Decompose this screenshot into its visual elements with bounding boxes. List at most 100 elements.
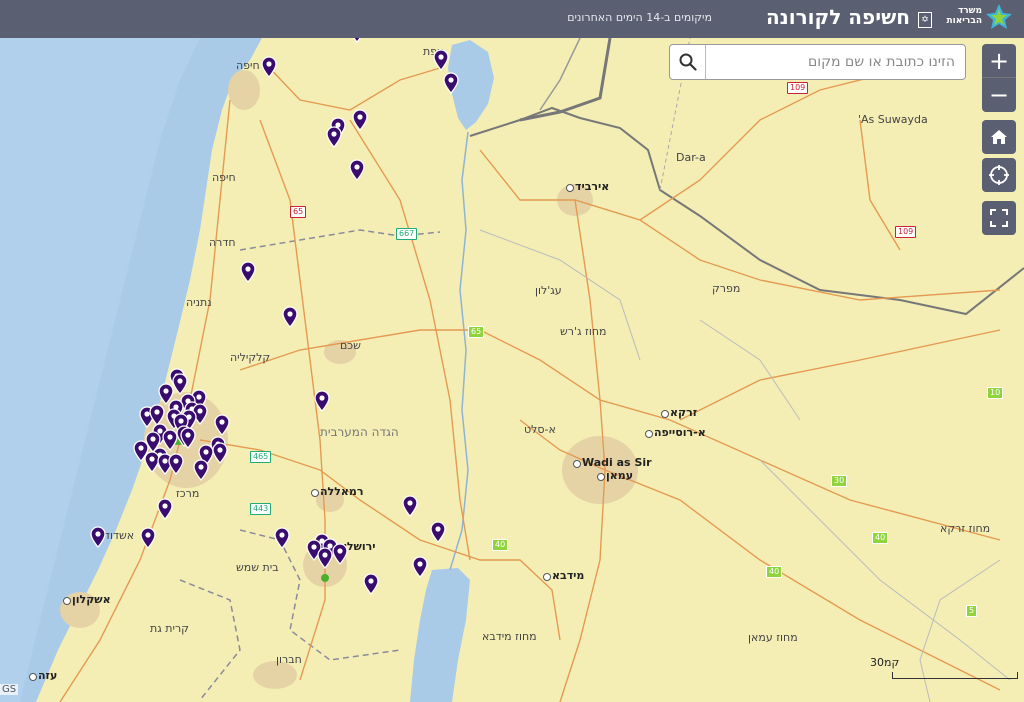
home-icon <box>991 130 1007 144</box>
ministry-star-icon <box>986 4 1012 29</box>
search-icon <box>679 53 697 71</box>
place-label: רמאללה <box>320 485 364 498</box>
place-label: חברון <box>276 653 302 666</box>
road-shield: 65 <box>468 326 485 338</box>
place-label: חדרה <box>209 236 236 249</box>
map-canvas[interactable]: חיפה צפת חיפה חדרה נתניה קלקיליה שכם הגדה המערב… <box>0 21 1024 702</box>
road-shield: 443 <box>250 503 272 515</box>
place-label: עזה <box>38 669 58 682</box>
attribution: GS <box>0 684 19 695</box>
place-label: חיפה <box>212 171 236 184</box>
place-label: בית שמש <box>236 561 279 574</box>
place-label: אשקלון <box>72 593 111 606</box>
fullscreen-icon <box>990 209 1008 227</box>
road-shield: 109 <box>895 226 917 238</box>
road-shield: 109 <box>787 82 809 94</box>
place-label: עג'לון <box>535 284 562 297</box>
exposure-pin[interactable] <box>430 521 446 543</box>
map-basemap <box>0 38 1024 702</box>
road-shield: 667 <box>396 228 418 240</box>
exposure-pin[interactable] <box>433 49 449 71</box>
place-label: As Suwayda' <box>858 113 928 126</box>
ministry-name: משרד הבריאות <box>946 6 982 26</box>
road-shield: 40 <box>766 566 783 578</box>
exposure-pin[interactable] <box>180 427 196 449</box>
place-label: מידבא <box>552 569 585 582</box>
zoom-out-button[interactable]: − <box>982 77 1016 112</box>
place-label: א-סלט <box>524 423 556 436</box>
page-title: חשיפה לקורונה <box>765 5 910 29</box>
road-shield: 40 <box>872 532 889 544</box>
exposure-pin[interactable] <box>332 543 348 565</box>
road-shield: 40 <box>492 539 509 551</box>
exposure-pin[interactable] <box>172 373 188 395</box>
zoom-in-button[interactable]: + <box>982 44 1016 78</box>
place-label: מרכז <box>176 487 200 500</box>
exposure-pin[interactable] <box>214 414 230 436</box>
exposure-pin[interactable] <box>317 547 333 569</box>
exposure-pin[interactable] <box>402 495 418 517</box>
city-dot <box>661 410 669 418</box>
exposure-pin[interactable] <box>282 306 298 328</box>
search-box <box>669 44 966 80</box>
place-label: קרית גת <box>150 622 189 635</box>
place-label: אשדוד <box>104 529 135 542</box>
place-label: א-רוסייפה <box>654 426 706 439</box>
road-shield: 5 <box>966 605 978 617</box>
place-label: אירביד <box>575 180 610 193</box>
place-label: קלקיליה <box>230 351 271 364</box>
city-dot <box>29 673 37 681</box>
app-header: משרד הבריאות ✡ חשיפה לקורונה מיקומים ב-1… <box>0 0 1024 38</box>
road-shield: 65 <box>290 206 307 218</box>
place-label: Dar-a <box>676 151 706 164</box>
scale-bar <box>892 672 1018 679</box>
exposure-pin[interactable] <box>349 159 365 181</box>
city-dot <box>573 460 581 468</box>
page-subtitle: מיקומים ב-14 הימים האחרונים <box>567 11 712 24</box>
state-emblem-icon: ✡ <box>918 12 932 28</box>
place-label: שכם <box>340 339 361 352</box>
search-input[interactable] <box>710 45 955 79</box>
exposure-pin[interactable] <box>240 261 256 283</box>
city-dot <box>311 489 319 497</box>
search-button[interactable] <box>670 45 706 79</box>
exposure-pin[interactable] <box>352 109 368 131</box>
road-shield: 465 <box>250 451 272 463</box>
place-label: Wadi as Sir <box>582 456 652 469</box>
place-label: חיפה <box>236 59 260 72</box>
fullscreen-button[interactable] <box>982 201 1016 235</box>
place-label: מחוז ג'רש <box>560 325 607 338</box>
scale-label: 30קמ <box>870 656 900 669</box>
exposure-pin[interactable] <box>326 126 342 148</box>
city-dot <box>543 573 551 581</box>
exposure-pin[interactable] <box>261 56 277 78</box>
exposure-pin[interactable] <box>363 573 379 595</box>
place-label: מחוז מידבא <box>482 630 537 643</box>
exposure-pin[interactable] <box>140 527 156 549</box>
city-dot <box>63 597 71 605</box>
city-dot <box>645 430 653 438</box>
road-shield: 30 <box>831 475 848 487</box>
exposure-pin[interactable] <box>90 526 106 548</box>
exposure-pin[interactable] <box>443 72 459 94</box>
place-label: מפרק <box>712 282 741 295</box>
city-dot <box>566 184 574 192</box>
exposure-pin[interactable] <box>314 390 330 412</box>
exposure-pin[interactable] <box>212 442 228 464</box>
place-label: נתניה <box>186 296 212 309</box>
exposure-pin[interactable] <box>193 459 209 481</box>
locate-button[interactable] <box>982 158 1016 192</box>
city-dot <box>597 473 605 481</box>
exposure-pin[interactable] <box>274 527 290 549</box>
exposure-pin[interactable] <box>157 498 173 520</box>
home-button[interactable] <box>982 120 1016 154</box>
place-label: מחוז עמאן <box>748 631 798 644</box>
exposure-pin[interactable] <box>412 556 428 578</box>
place-label: עמאן <box>606 469 634 482</box>
locate-icon <box>989 165 1009 185</box>
exposure-pin[interactable] <box>168 453 184 475</box>
place-label: זרקא <box>670 406 698 419</box>
place-label: הגדה המערבית <box>320 425 399 439</box>
road-shield: 10 <box>987 387 1004 399</box>
place-label: מחוז זרקא <box>940 522 991 535</box>
